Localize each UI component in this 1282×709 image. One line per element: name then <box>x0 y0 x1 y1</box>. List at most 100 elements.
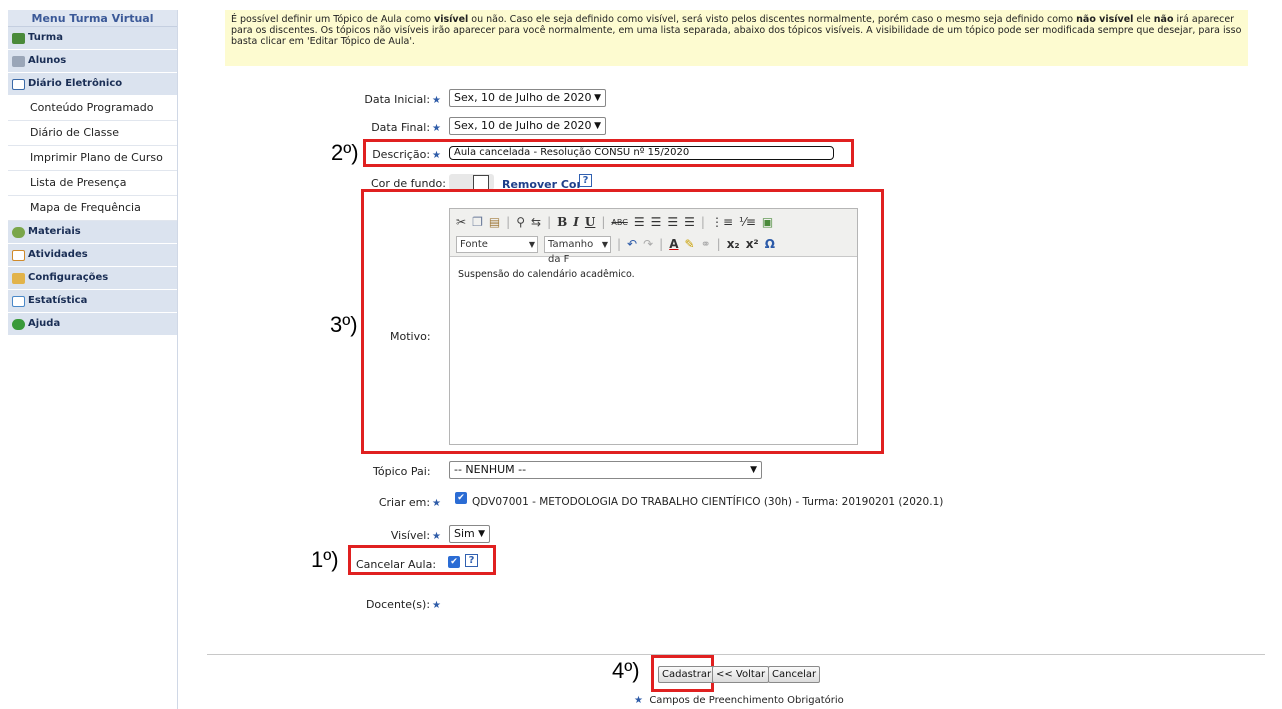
topico-pai-value: -- NENHUM -- <box>454 463 527 476</box>
help-icon[interactable]: ? <box>465 554 478 567</box>
italic-icon[interactable]: I <box>573 215 579 229</box>
criar-em-value: QDV07001 - METODOLOGIA DO TRABALHO CIENT… <box>472 496 944 508</box>
book-icon <box>12 78 25 90</box>
special-char-icon[interactable]: Ω <box>765 237 775 251</box>
chevron-down-icon: ▼ <box>478 529 485 539</box>
copy-icon[interactable]: ❐ <box>472 215 483 229</box>
bold-icon[interactable]: B <box>557 215 567 229</box>
info-bold: não <box>1153 14 1174 25</box>
highlight-color-icon[interactable]: ✎ <box>685 237 695 251</box>
sidebar-item-label: Atividades <box>28 249 88 260</box>
chevron-down-icon: ▼ <box>528 239 535 249</box>
docentes-label: Docente(s): ★ <box>365 598 441 611</box>
cut-icon[interactable]: ✂ <box>456 215 466 229</box>
info-bold: não visível <box>1076 14 1134 25</box>
required-star: ★ <box>432 498 441 509</box>
sidebar-subitem-plano-curso[interactable]: Imprimir Plano de Curso <box>8 146 177 171</box>
stats-icon <box>12 295 25 307</box>
sidebar-subitem-lista-presenca[interactable]: Lista de Presença <box>8 171 177 196</box>
paste-icon[interactable]: ▤ <box>489 215 500 229</box>
required-star: ★ <box>432 600 441 611</box>
align-left-icon[interactable]: ☰ <box>634 215 645 229</box>
underline-icon[interactable]: U <box>585 215 595 229</box>
font-family-select[interactable]: Fonte ▼ <box>456 235 538 253</box>
sidebar-item-estatistica[interactable]: Estatística <box>8 290 177 313</box>
info-text: É possível definir um Tópico de Aula com… <box>231 14 435 25</box>
sidebar-subitem-conteudo[interactable]: Conteúdo Programado <box>8 96 177 121</box>
help-icon[interactable]: ? <box>579 174 592 187</box>
required-star: ★ <box>432 531 441 542</box>
editor-toolbar: ✂ ❐ ▤ | ⚲ ⇆ | B I U | ABC ☰ ☰ ☰ ☰ | ⋮≡ ⅟… <box>450 209 857 265</box>
numbered-list-icon[interactable]: ⅟≡ <box>739 215 756 229</box>
superscript-icon[interactable]: x² <box>746 237 759 251</box>
find-icon[interactable]: ⚲ <box>516 215 525 229</box>
sidebar-item-label: Alunos <box>28 55 67 66</box>
sidebar-title: Menu Turma Virtual <box>8 10 177 27</box>
descricao-label: Descrição: ★ <box>372 148 441 161</box>
students-icon <box>12 55 25 67</box>
editor-content[interactable]: Suspensão do calendário acadêmico. <box>450 257 857 292</box>
chevron-down-icon: ▼ <box>750 465 757 475</box>
redo-icon[interactable]: ↷ <box>643 237 653 251</box>
strikethrough-icon[interactable]: ABC <box>611 218 627 227</box>
insert-image-icon[interactable]: ▣ <box>762 215 773 229</box>
sidebar-subitem-mapa-frequencia[interactable]: Mapa de Frequência <box>8 196 177 221</box>
topico-pai-label: Tópico Pai: <box>373 465 431 478</box>
sidebar-item-diario[interactable]: Diário Eletrônico <box>8 73 177 96</box>
descricao-input[interactable]: Aula cancelada - Resolução CONSU nº 15/2… <box>449 146 834 160</box>
sidebar-item-label: Ajuda <box>28 318 61 329</box>
data-inicial-value: Sex, 10 de Julho de 2020 <box>454 91 592 104</box>
info-box: É possível definir um Tópico de Aula com… <box>225 10 1248 66</box>
topico-pai-select[interactable]: -- NENHUM -- ▼ <box>449 461 762 479</box>
rich-text-editor[interactable]: ✂ ❐ ▤ | ⚲ ⇆ | B I U | ABC ☰ ☰ ☰ ☰ | ⋮≡ ⅟… <box>449 208 858 445</box>
text-color-icon[interactable]: A <box>669 237 678 251</box>
required-star: ★ <box>432 123 441 134</box>
sidebar-item-atividades[interactable]: Atividades <box>8 244 177 267</box>
step-3-label: 3º) <box>330 312 358 337</box>
criar-em-checkbox[interactable]: ✔ <box>455 492 467 504</box>
voltar-button[interactable]: << Voltar <box>712 666 770 683</box>
undo-icon[interactable]: ↶ <box>627 237 637 251</box>
sidebar-item-turma[interactable]: Turma <box>8 27 177 50</box>
sidebar-item-configuracoes[interactable]: Configurações <box>8 267 177 290</box>
bullet-list-icon[interactable]: ⋮≡ <box>711 215 733 229</box>
align-center-icon[interactable]: ☰ <box>651 215 662 229</box>
info-text: ele <box>1133 14 1154 25</box>
data-final-select[interactable]: Sex, 10 de Julho de 2020 ▼ <box>449 117 606 135</box>
sidebar-item-label: Materiais <box>28 226 81 237</box>
font-size-select[interactable]: Tamanho da F ▼ <box>544 235 611 265</box>
sidebar-subitem-diario-classe[interactable]: Diário de Classe <box>8 121 177 146</box>
align-justify-icon[interactable]: ☰ <box>684 215 695 229</box>
cancelar-aula-checkbox[interactable]: ✔ <box>448 556 460 568</box>
cancelar-button[interactable]: Cancelar <box>768 666 821 683</box>
sidebar-item-ajuda[interactable]: Ajuda <box>8 313 177 336</box>
help-icon <box>12 318 25 330</box>
link-icon[interactable]: ⚭ <box>701 237 711 251</box>
sidebar-item-label: Estatística <box>28 295 88 306</box>
activities-icon <box>12 249 25 261</box>
data-final-label: Data Final: ★ <box>371 121 441 134</box>
replace-icon[interactable]: ⇆ <box>531 215 541 229</box>
chevron-down-icon: ▼ <box>601 239 608 249</box>
required-fields-text: Campos de Preenchimento Obrigatório <box>649 695 844 706</box>
group-icon <box>12 32 25 44</box>
chevron-down-icon: ▼ <box>594 93 601 103</box>
step-4-label: 4º) <box>612 658 640 683</box>
info-bold: visível <box>434 14 469 25</box>
divider <box>207 654 1265 655</box>
cadastrar-button[interactable]: Cadastrar <box>658 666 716 683</box>
motivo-label: Motivo: <box>390 330 431 343</box>
font-family-value: Fonte <box>460 238 488 250</box>
criar-em-label: Criar em: ★ <box>378 496 441 509</box>
color-picker-button[interactable] <box>473 175 489 190</box>
sidebar-item-alunos[interactable]: Alunos <box>8 50 177 73</box>
sidebar-item-label: Configurações <box>28 272 109 283</box>
visivel-select[interactable]: Sim ▼ <box>449 525 490 543</box>
font-size-value: Tamanho da F <box>548 238 594 265</box>
data-inicial-select[interactable]: Sex, 10 de Julho de 2020 ▼ <box>449 89 606 107</box>
sidebar-item-materiais[interactable]: Materiais <box>8 221 177 244</box>
info-text: ou não. Caso ele seja definido como visí… <box>468 14 1077 25</box>
align-right-icon[interactable]: ☰ <box>667 215 678 229</box>
step-2-label: 2º) <box>331 140 359 165</box>
subscript-icon[interactable]: x₂ <box>727 237 740 251</box>
